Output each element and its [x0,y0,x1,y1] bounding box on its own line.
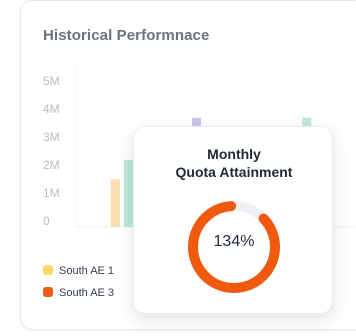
legend-label: South AE 1 [59,265,115,277]
y-tick-label: 2M [43,158,60,172]
y-tick-label: 5M [43,74,60,88]
legend-swatch [43,265,53,275]
bar-1[interactable] [123,159,133,227]
bar-0[interactable] [110,179,120,227]
popup-title: Monthly Quota Attainment [134,145,334,181]
y-tick-label: 3M [43,130,60,144]
legend-swatch [43,287,53,297]
quota-attainment-popup: Monthly Quota Attainment 134% [133,126,333,314]
y-tick-label: 1M [43,186,60,200]
attainment-value: 134% [213,233,255,250]
popup-title-line-1: Monthly [207,146,261,162]
legend-label: South AE 3 [59,287,115,299]
legend-item-south-ae-3[interactable]: South AE 3 [43,287,114,299]
y-tick-label: 4M [43,102,60,116]
y-tick-label: 0 [43,214,50,228]
popup-title-line-2: Quota Attainment [175,164,293,180]
legend-item-south-ae-1[interactable]: South AE 1 [43,265,114,277]
